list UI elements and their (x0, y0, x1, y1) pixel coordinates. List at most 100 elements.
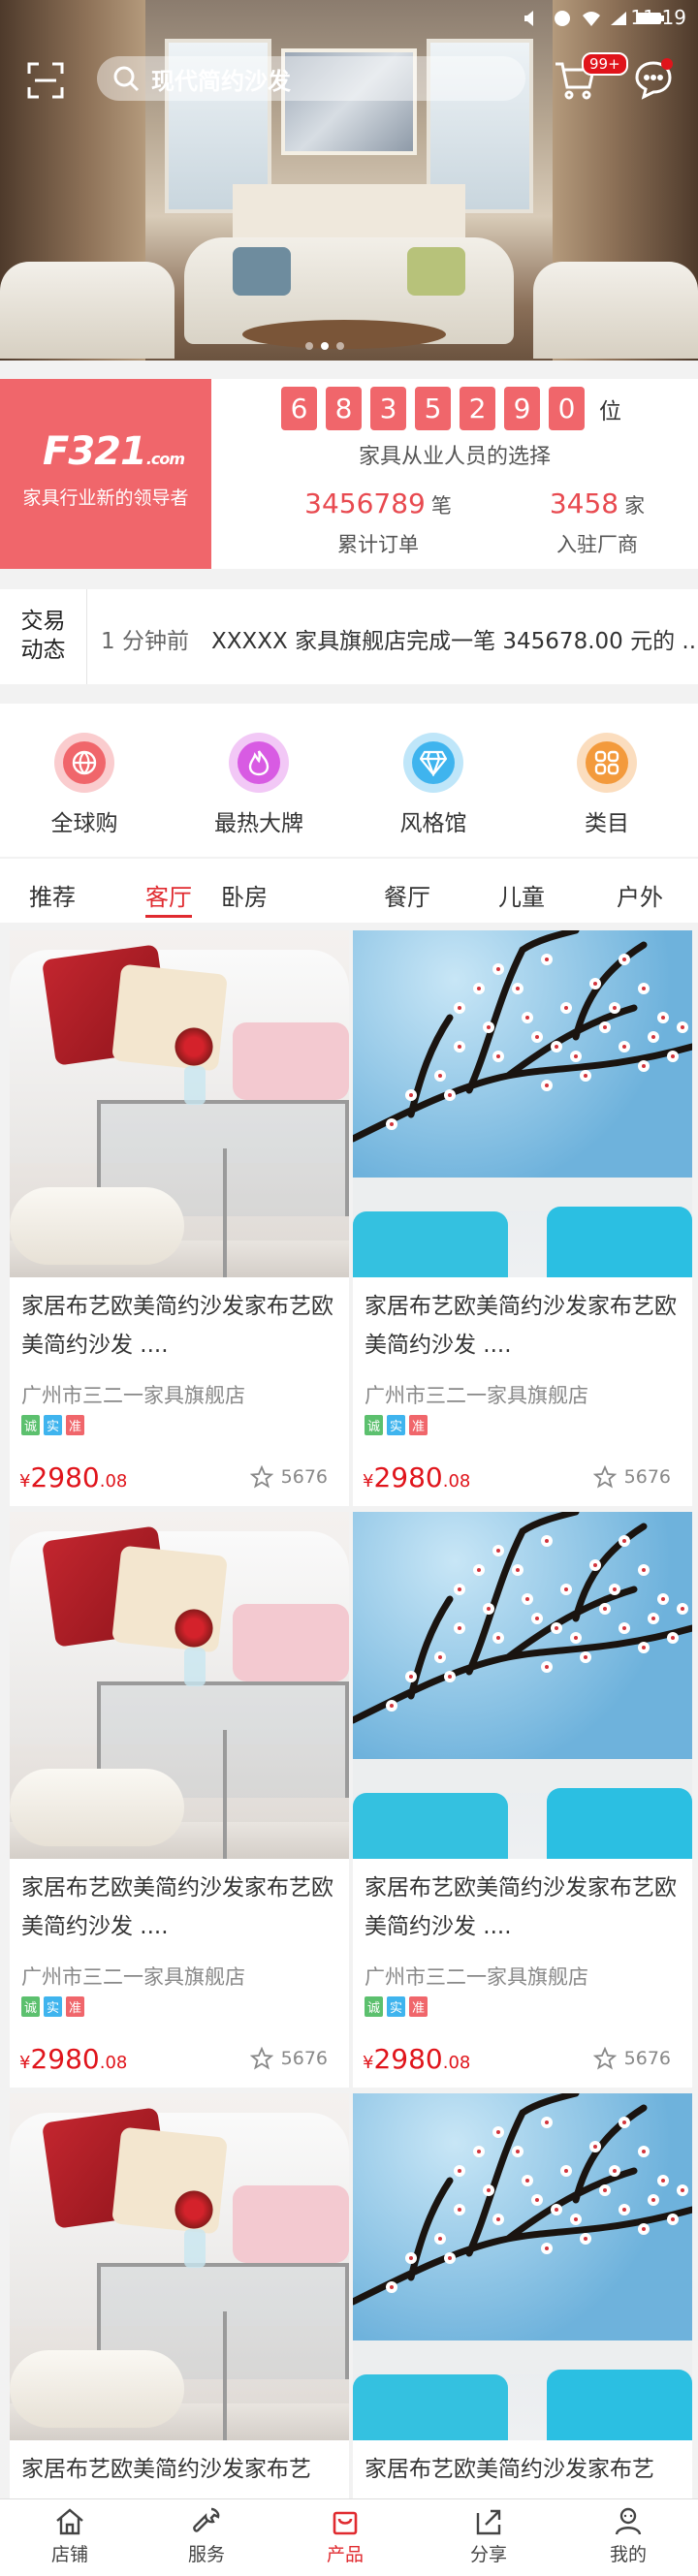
brand-logo-text: F321 (43, 429, 147, 474)
banner-decor (233, 247, 291, 296)
banner-pagination (305, 342, 344, 350)
globe-icon (54, 733, 114, 793)
category-tab[interactable]: 客厅 (145, 878, 192, 918)
product-card[interactable]: 家居布艺欧美简约沙发家布艺欧美简约沙发 .... 广州市三二一家具旗舰店诚实准 ¥2… (353, 930, 692, 1506)
news-tag-line2: 动态 (20, 638, 66, 663)
product-image (353, 2093, 692, 2440)
category-tab[interactable]: 餐厅 (384, 878, 430, 912)
price-decimal: .08 (442, 2053, 471, 2073)
news-tag-line1: 交易 (20, 609, 66, 634)
message-button[interactable] (632, 58, 675, 101)
banner-decor (242, 320, 446, 349)
counter-digit: 8 (326, 387, 362, 430)
favorite-count-value: 5676 (280, 1466, 328, 1488)
star-icon[interactable] (249, 2047, 273, 2070)
counter-unit: 位 (599, 398, 621, 424)
app-root: 11:19 现代简约沙发 99+ F321.com 家具行业新的领导者 6835… (0, 0, 698, 2576)
bottom-nav-item[interactable]: 店铺 (21, 2505, 118, 2566)
bottom-nav-label: 我的 (609, 2544, 647, 2565)
price-currency: ¥ (363, 1471, 374, 1492)
message-dot (661, 58, 673, 70)
product-name: 家居布艺欧美简约沙发家布艺 (365, 2457, 654, 2482)
bottom-nav: 店铺 服务 产品 分享 我的 (0, 2498, 698, 2576)
search-icon (113, 66, 140, 92)
notification-mute-icon (524, 11, 533, 26)
bottom-nav-label: 服务 (187, 2544, 225, 2565)
favorite-count-value: 5676 (623, 2048, 671, 2069)
product-tag-badge: 准 (66, 1415, 85, 1435)
product-image (353, 930, 692, 1277)
category-tab[interactable]: 推荐 (29, 878, 76, 912)
grid-icon (577, 733, 637, 793)
product-tag-badge: 诚 (21, 1415, 41, 1435)
scan-icon[interactable] (27, 62, 64, 99)
product-name: 家居布艺欧美简约沙发家布艺 (21, 2457, 311, 2482)
product-card[interactable]: 家居布艺欧美简约沙发家布艺欧美简约沙发 .... 广州市三二一家具旗舰店诚实准 ¥2… (353, 1512, 692, 2088)
alarm-icon (555, 11, 570, 26)
favorite-count[interactable]: 5676 (592, 1465, 671, 1489)
quick-nav-item[interactable]: 全球购 (26, 733, 143, 837)
star-icon[interactable] (249, 1465, 273, 1489)
search-bar[interactable]: 现代简约沙发 (97, 56, 525, 101)
product-tag-badge: 实 (44, 1996, 63, 2017)
bottom-nav-item[interactable]: 我的 (580, 2505, 677, 2566)
product-tags: 诚实准 (21, 1415, 85, 1435)
banner-decor (533, 262, 698, 359)
bottom-nav-label: 产品 (326, 2544, 364, 2565)
product-shop: 广州市三二一家具旗舰店 (21, 1965, 245, 1989)
bottom-nav-item[interactable]: 分享 (440, 2505, 537, 2566)
price-currency: ¥ (19, 2053, 31, 2073)
top-bar: 现代简约沙发 99+ (0, 48, 698, 110)
price-int: 2980 (30, 1461, 100, 1493)
favorite-count[interactable]: 5676 (249, 2047, 328, 2070)
brand-slogan: 家具行业新的领导者 (22, 487, 189, 509)
counter-digit: 3 (370, 387, 406, 430)
product-name: 家居布艺欧美简约沙发家布艺欧美简约沙发 .... (21, 1294, 333, 1358)
quick-nav-item[interactable]: 最热大牌 (201, 733, 317, 837)
product-price: ¥2980.08 (19, 2043, 127, 2075)
bottom-nav-item[interactable]: 产品 (297, 2505, 394, 2566)
favorite-count[interactable]: 5676 (249, 1465, 328, 1489)
price-int: 2980 (373, 2043, 443, 2075)
category-tab[interactable]: 户外 (617, 878, 663, 912)
trade-news[interactable]: 交易 动态 1 分钟前 XXXXX 家具旗舰店完成一笔 345678.00 元的… (0, 589, 698, 684)
product-tag-badge: 诚 (365, 1415, 384, 1435)
bottom-nav-label: 分享 (469, 2544, 507, 2565)
category-tab[interactable]: 儿童 (498, 878, 545, 912)
category-tab[interactable]: 卧房 (221, 878, 268, 912)
product-tag-badge: 实 (387, 1996, 406, 2017)
brand-block[interactable]: F321.com 家具行业新的领导者 (0, 379, 211, 569)
star-icon[interactable] (592, 1465, 617, 1489)
favorite-count-value: 5676 (623, 1466, 671, 1488)
favorite-count[interactable]: 5676 (592, 2047, 671, 2070)
brand-logo: F321.com (43, 429, 185, 474)
diamond-icon (403, 733, 463, 793)
product-card[interactable]: 家居布艺欧美简约沙发家布艺欧美简约沙发 .... 广州市三二一家具旗舰店诚实准 ¥2… (10, 1512, 349, 2088)
star-icon[interactable] (592, 2047, 617, 2070)
stats-panel: F321.com 家具行业新的领导者 6835290位 家具从业人员的选择 34… (0, 379, 698, 569)
product-tags: 诚实准 (365, 1996, 428, 2017)
product-price: ¥2980.08 (363, 2043, 470, 2075)
product-price: ¥2980.08 (19, 1461, 127, 1493)
product-name: 家居布艺欧美简约沙发家布艺欧美简约沙发 .... (21, 1875, 333, 1939)
product-tag-badge: 准 (409, 1996, 428, 2017)
product-tag-badge: 准 (409, 1415, 428, 1435)
news-text: XXXXX 家具旗舰店完成一笔 345678.00 元的 .. (211, 629, 697, 654)
search-query: 现代简约沙发 (151, 67, 291, 95)
product-card[interactable]: 家居布艺欧美简约沙发家布艺欧美简约沙发 .... 广州市三二一家具旗舰店诚实准 ¥2… (10, 930, 349, 1506)
banner-decor (0, 262, 174, 359)
counter-digit: 5 (415, 387, 451, 430)
price-int: 2980 (30, 2043, 100, 2075)
product-shop: 广州市三二一家具旗舰店 (365, 1965, 588, 1989)
counter-digit: 6 (281, 387, 317, 430)
home-icon (56, 2508, 83, 2535)
product-shop: 广州市三二一家具旗舰店 (365, 1384, 588, 1407)
quick-nav-item[interactable]: 风格馆 (375, 733, 492, 837)
price-int: 2980 (373, 1461, 443, 1493)
product-tag-badge: 实 (44, 1415, 63, 1435)
news-tag: 交易 动态 (0, 589, 87, 684)
price-decimal: .08 (99, 2053, 128, 2073)
status-bar: 11:19 (0, 0, 698, 39)
quick-nav-item[interactable]: 类目 (549, 733, 665, 837)
bottom-nav-item[interactable]: 服务 (158, 2505, 255, 2566)
